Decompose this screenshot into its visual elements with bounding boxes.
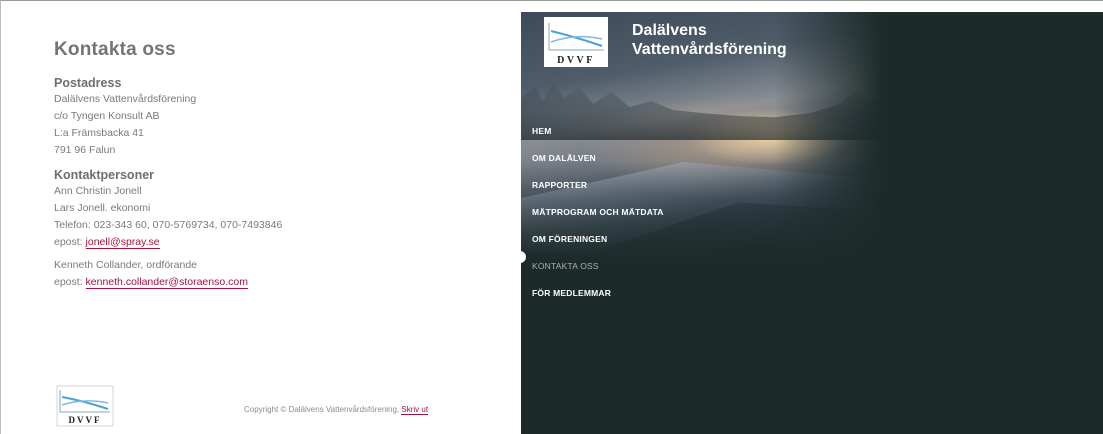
site-name-line: Vattenvårdsförening: [632, 41, 787, 58]
footer-logo-text: DVVF: [69, 415, 102, 425]
nav-item-kontakta-oss[interactable]: KONTAKTA OSS: [532, 253, 664, 280]
footer-copyright: Copyright © Dalälvens Vattenvårdsförenin…: [244, 405, 429, 415]
postal-address-section: Postadress Dalälvens Vattenvårdsförening…: [54, 75, 494, 159]
contact-person: Lars Jonell. ekonomi: [54, 202, 151, 214]
nav-item-matprogram[interactable]: MÄTPROGRAM OCH MÄTDATA: [532, 199, 664, 226]
chair-email-row: epost: kenneth.collander@storaenso.com: [54, 274, 494, 291]
active-nav-marker-icon: [514, 251, 526, 263]
nav-item-om-foreningen[interactable]: OM FÖRENINGEN: [532, 226, 664, 253]
header-panel: DVVF Dalälvens Vattenvårdsförening HEM O…: [521, 12, 1103, 434]
email-label: epost:: [54, 236, 83, 248]
postal-line: Dalälvens Vattenvårdsförening: [54, 93, 197, 105]
chair-email-link[interactable]: kenneth.collander@storaenso.com: [85, 276, 248, 289]
email-label: epost:: [54, 276, 83, 288]
site-name-line: Dalälvens: [632, 22, 707, 39]
dvvf-logo-icon: DVVF: [56, 385, 114, 427]
contacts-heading: Kontaktpersoner: [54, 168, 155, 182]
main-content: Kontakta oss Postadress Dalälvens Vatten…: [54, 39, 494, 299]
postal-line: c/o Tyngen Konsult AB: [54, 110, 160, 122]
print-link[interactable]: Skriv ut: [401, 405, 429, 415]
main-nav: HEM OM DALÄLVEN RAPPORTER MÄTPROGRAM OCH…: [532, 118, 664, 307]
copyright-text: Copyright © Dalälvens Vattenvårdsförenin…: [244, 405, 400, 414]
nav-item-hem[interactable]: HEM: [532, 118, 664, 145]
footer-logo: DVVF: [56, 385, 114, 427]
chair-person: Kenneth Collander, ordförande: [54, 259, 198, 271]
postal-line: 791 96 Falun: [54, 144, 116, 156]
postal-heading: Postadress: [54, 76, 122, 90]
contact-persons-section: Kontaktpersoner Ann Christin Jonell Lars…: [54, 167, 494, 291]
contact-person: Ann Christin Jonell: [54, 185, 142, 197]
nav-item-om-dalalven[interactable]: OM DALÄLVEN: [532, 145, 664, 172]
postal-line: L:a Främsbacka 41: [54, 127, 144, 139]
contact-email-row: epost: jonell@spray.se: [54, 234, 494, 251]
nav-item-rapporter[interactable]: RAPPORTER: [532, 172, 664, 199]
page-frame: Kontakta oss Postadress Dalälvens Vatten…: [0, 0, 1103, 434]
dvvf-logo-icon: DVVF: [544, 17, 608, 67]
nav-item-for-medlemmar[interactable]: FÖR MEDLEMMAR: [532, 280, 664, 307]
site-name: Dalälvens Vattenvårdsförening: [632, 21, 787, 59]
header-logo-text: DVVF: [557, 55, 595, 66]
contact-phone: Telefon: 023-343 60, 070-5769734, 070-74…: [54, 219, 283, 231]
page-title: Kontakta oss: [54, 39, 176, 60]
email-link[interactable]: jonell@spray.se: [85, 236, 160, 249]
site-logo[interactable]: DVVF: [544, 17, 608, 67]
